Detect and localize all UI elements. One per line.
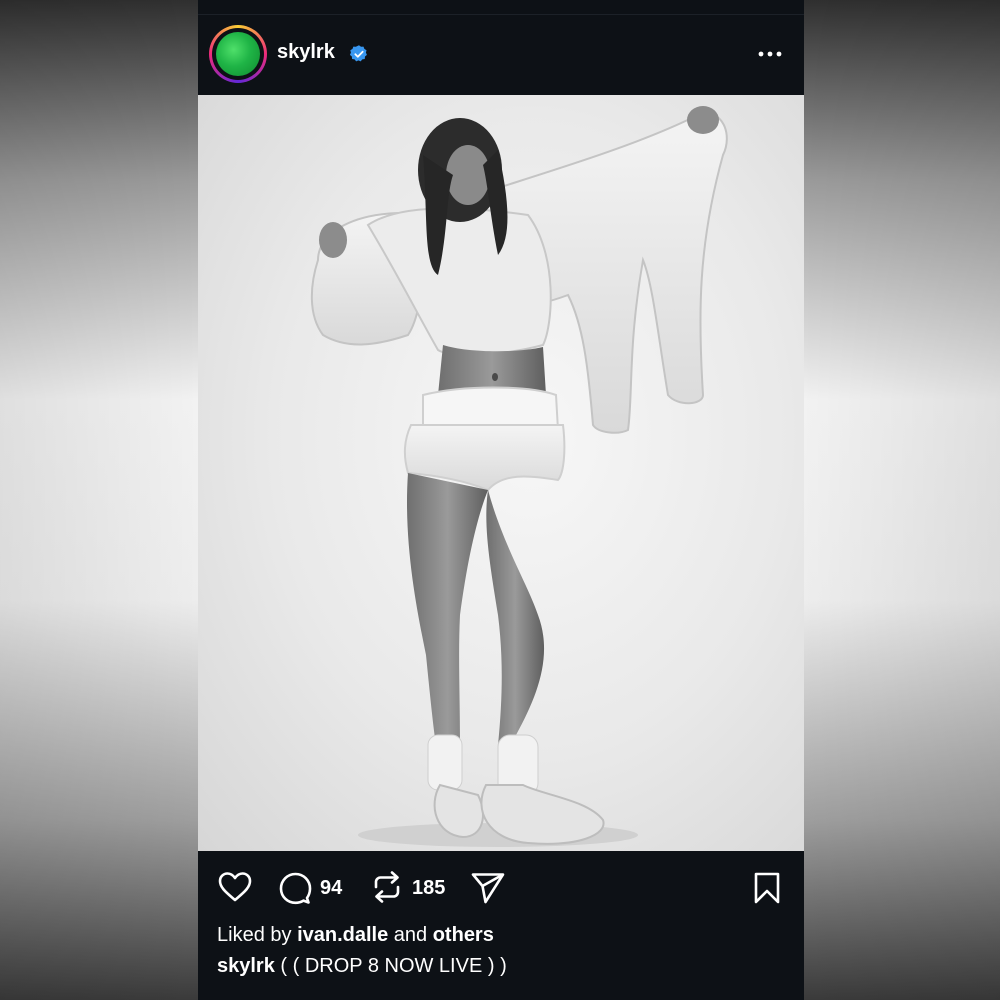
post-card: skylrk 94 185 Liked by ivan.dalle and ot… bbox=[198, 0, 804, 1000]
verified-badge-icon bbox=[349, 45, 367, 62]
caption-line: skylrk ( ( DROP 8 NOW LIVE ) ) bbox=[217, 955, 507, 978]
repost-icon[interactable] bbox=[371, 870, 403, 904]
avatar bbox=[216, 32, 260, 76]
comment-icon[interactable] bbox=[278, 871, 312, 905]
post-username[interactable]: skylrk bbox=[277, 41, 335, 64]
blurred-background-left bbox=[0, 0, 198, 1000]
action-bar: 94 185 bbox=[198, 851, 804, 923]
liked-by-line: Liked by ivan.dalle and others bbox=[217, 924, 494, 947]
heart-icon[interactable] bbox=[217, 871, 253, 903]
caption-text: ( ( DROP 8 NOW LIVE ) ) bbox=[280, 955, 507, 977]
previous-post-edge bbox=[198, 0, 804, 15]
liked-by-connector: and bbox=[393, 924, 428, 946]
avatar-border bbox=[212, 28, 264, 80]
comment-count: 94 bbox=[320, 877, 343, 899]
liked-by-others[interactable]: others bbox=[433, 924, 494, 946]
liked-by-user[interactable]: ivan.dalle bbox=[297, 924, 388, 946]
post-photo[interactable] bbox=[198, 95, 804, 851]
bookmark-icon[interactable] bbox=[752, 871, 782, 905]
liked-by-prefix: Liked by bbox=[217, 924, 292, 946]
send-icon[interactable] bbox=[470, 871, 506, 905]
blurred-background-right bbox=[802, 0, 1000, 1000]
caption-author[interactable]: skylrk bbox=[217, 955, 275, 977]
photo-figure-illustration bbox=[310, 106, 728, 847]
more-options-icon[interactable] bbox=[756, 43, 784, 65]
post-header: skylrk bbox=[198, 15, 804, 95]
repost-count: 185 bbox=[412, 877, 446, 899]
story-ring[interactable] bbox=[209, 25, 267, 83]
